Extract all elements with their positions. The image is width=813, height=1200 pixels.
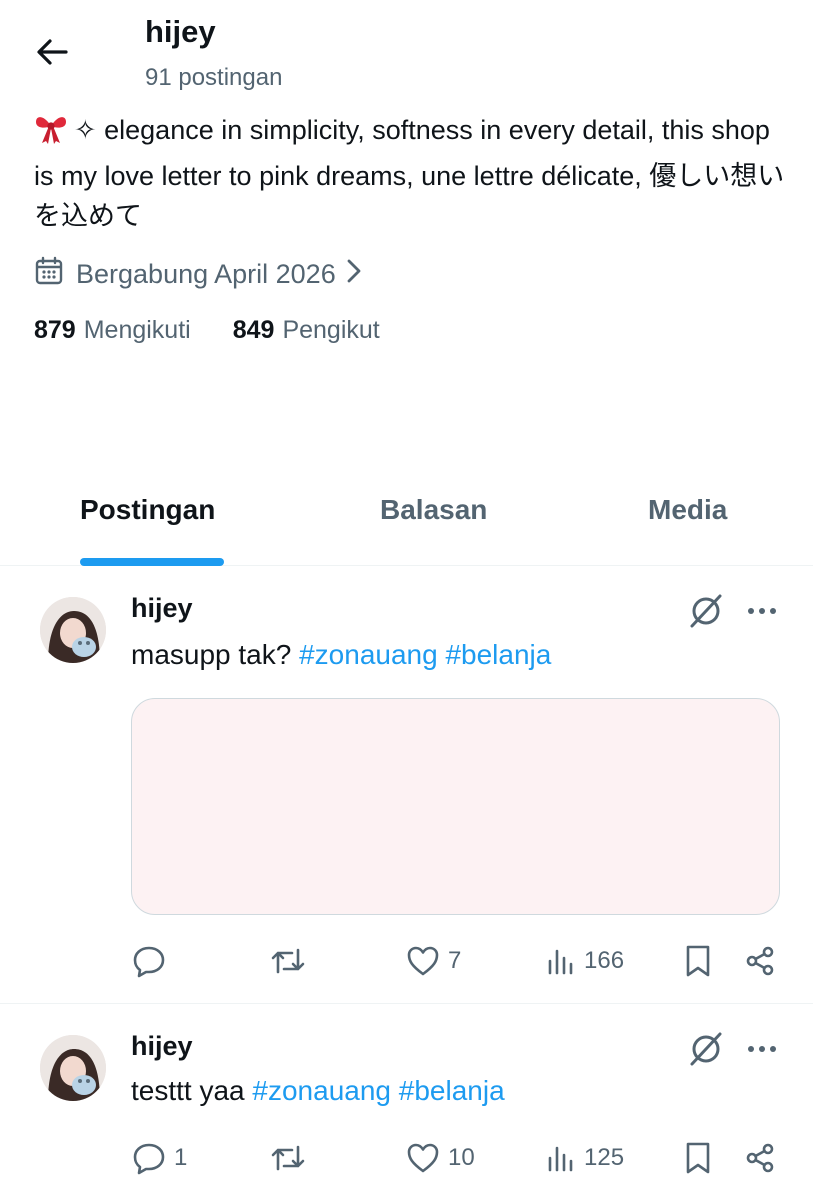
repost-button[interactable] <box>270 936 314 986</box>
reply-icon <box>133 946 165 978</box>
post-actions: 7 166 <box>0 936 813 986</box>
followers-count: 849 <box>232 316 275 344</box>
repost-icon <box>271 948 305 974</box>
heart-icon <box>407 946 439 976</box>
profile-tabs: Postingan Balasan Media <box>0 470 813 566</box>
like-count: 7 <box>448 947 462 974</box>
hashtag-link[interactable]: #belanja <box>399 1075 505 1106</box>
share-icon <box>746 946 774 976</box>
bookmark-button[interactable] <box>684 1133 712 1183</box>
reply-button[interactable]: 1 <box>132 1133 187 1183</box>
arrow-left-icon <box>37 39 68 65</box>
post-author[interactable]: hijey <box>131 1031 193 1062</box>
hashtag-link[interactable]: #zonauang <box>299 639 438 670</box>
like-button[interactable]: 7 <box>406 936 461 986</box>
bookmark-icon <box>686 1142 710 1174</box>
like-button[interactable]: 10 <box>406 1133 475 1183</box>
following-label: Mengikuti <box>83 316 191 344</box>
reply-icon <box>133 1143 165 1175</box>
tab-media[interactable]: Media <box>648 494 727 526</box>
share-icon <box>746 1143 774 1173</box>
grok-icon[interactable] <box>686 1029 726 1069</box>
avatar[interactable] <box>40 597 106 663</box>
joined-label: Bergabung April 2026 <box>76 258 336 289</box>
repost-button[interactable] <box>270 1133 314 1183</box>
view-count: 125 <box>584 1144 625 1171</box>
following-link[interactable]: 879 Mengikuti <box>34 316 191 345</box>
followers-label: Pengikut <box>282 316 380 344</box>
grok-icon[interactable] <box>686 591 726 631</box>
post-actions: 1 10 125 <box>0 1133 813 1183</box>
post-item[interactable]: hijey masupp tak? #zonauang #belanja 7 1… <box>0 567 813 1004</box>
share-button[interactable] <box>744 1133 776 1183</box>
calendar-icon <box>34 256 64 293</box>
bookmark-icon <box>686 945 710 977</box>
back-button[interactable] <box>30 30 74 74</box>
post-author[interactable]: hijey <box>131 593 193 624</box>
reply-button[interactable] <box>132 936 174 986</box>
post-count: 91 postingan <box>145 64 283 91</box>
post-text: testtt yaa #zonauang #belanja <box>131 1075 505 1107</box>
bio-text: ✧ elegance in simplicity, softness in ev… <box>34 115 785 231</box>
joined-date[interactable]: Bergabung April 2026 <box>34 252 362 296</box>
analytics-icon <box>548 1146 573 1172</box>
following-count: 879 <box>34 316 76 344</box>
view-count: 166 <box>584 947 625 974</box>
ribbon-icon <box>34 113 68 156</box>
hashtag-link[interactable]: #belanja <box>445 639 551 670</box>
follow-stats: 879 Mengikuti 849 Pengikut <box>34 316 422 345</box>
profile-bio: ✧ elegance in simplicity, softness in ev… <box>34 110 794 236</box>
repost-icon <box>271 1145 305 1171</box>
like-count: 10 <box>448 1144 475 1171</box>
bookmark-button[interactable] <box>684 936 712 986</box>
tab-postingan[interactable]: Postingan <box>80 494 215 526</box>
post-text: masupp tak? #zonauang #belanja <box>131 639 551 671</box>
views-button[interactable]: 125 <box>546 1133 624 1183</box>
post-item[interactable]: hijey testtt yaa #zonauang #belanja 1 10… <box>0 1005 813 1200</box>
avatar[interactable] <box>40 1035 106 1101</box>
more-options-icon[interactable] <box>744 1029 780 1069</box>
profile-name: hijey <box>145 14 216 49</box>
post-text-body: testtt yaa <box>131 1075 253 1106</box>
share-button[interactable] <box>744 936 776 986</box>
post-media[interactable] <box>131 698 780 915</box>
heart-icon <box>407 1143 439 1173</box>
active-tab-indicator <box>80 558 224 566</box>
more-options-icon[interactable] <box>744 591 780 631</box>
tab-balasan[interactable]: Balasan <box>380 494 487 526</box>
views-button[interactable]: 166 <box>546 936 624 986</box>
hashtag-link[interactable]: #zonauang <box>252 1075 391 1106</box>
profile-header: hijey 91 postingan <box>0 0 813 110</box>
reply-count: 1 <box>174 1144 188 1171</box>
followers-link[interactable]: 849 Pengikut <box>233 316 380 345</box>
analytics-icon <box>548 949 573 975</box>
chevron-right-icon <box>346 258 362 291</box>
post-text-body: masupp tak? <box>131 639 300 670</box>
